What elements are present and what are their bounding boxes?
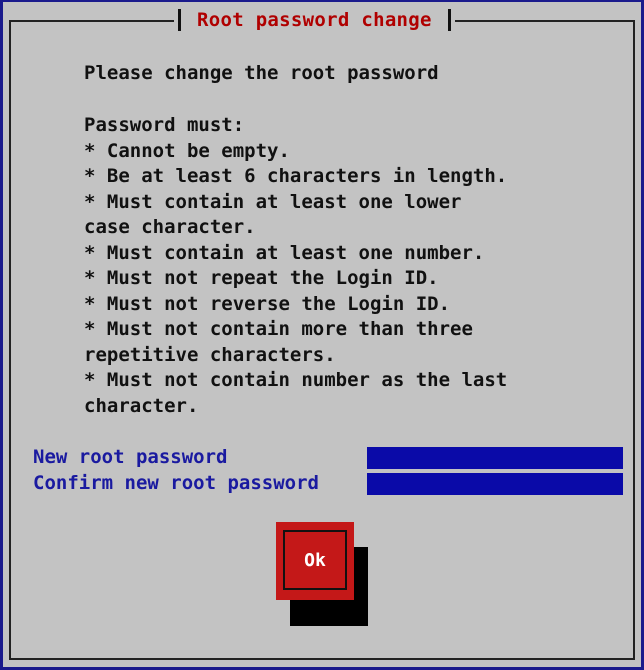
rule-line: repetitive characters. bbox=[84, 343, 336, 366]
ok-button-frame: Ok bbox=[283, 530, 347, 590]
confirm-password-label: Confirm new root password bbox=[33, 472, 319, 494]
rule-line: * Must contain at least one lower bbox=[84, 190, 462, 213]
rule-line: * Must not reverse the Login ID. bbox=[84, 292, 451, 315]
ok-button-label: Ok bbox=[304, 549, 326, 571]
rule-line: character. bbox=[84, 394, 199, 417]
confirm-password-field[interactable] bbox=[367, 473, 623, 495]
new-password-field[interactable] bbox=[367, 447, 623, 469]
dialog-title: Root password change bbox=[197, 9, 432, 31]
ok-button[interactable]: Ok bbox=[276, 522, 354, 600]
rule-line: * Be at least 6 characters in length. bbox=[84, 165, 508, 187]
rule-line: case character. bbox=[84, 216, 256, 238]
title-right-divider bbox=[447, 9, 451, 31]
password-rules: Password must: * Cannot be empty. * Be a… bbox=[84, 113, 507, 419]
rule-line: * Cannot be empty. bbox=[84, 139, 290, 162]
rule-line: * Must not contain more than three bbox=[84, 318, 473, 340]
dialog-title-bar: Root password change bbox=[174, 8, 455, 32]
rule-line: * Must not contain number as the last bbox=[84, 369, 508, 391]
rules-heading: Password must: bbox=[84, 114, 245, 136]
rule-line: * Must not repeat the Login ID. bbox=[84, 267, 439, 289]
new-password-label: New root password bbox=[33, 446, 228, 468]
rule-line: * Must contain at least one number. bbox=[84, 241, 485, 264]
intro-text: Please change the root password bbox=[84, 62, 439, 84]
